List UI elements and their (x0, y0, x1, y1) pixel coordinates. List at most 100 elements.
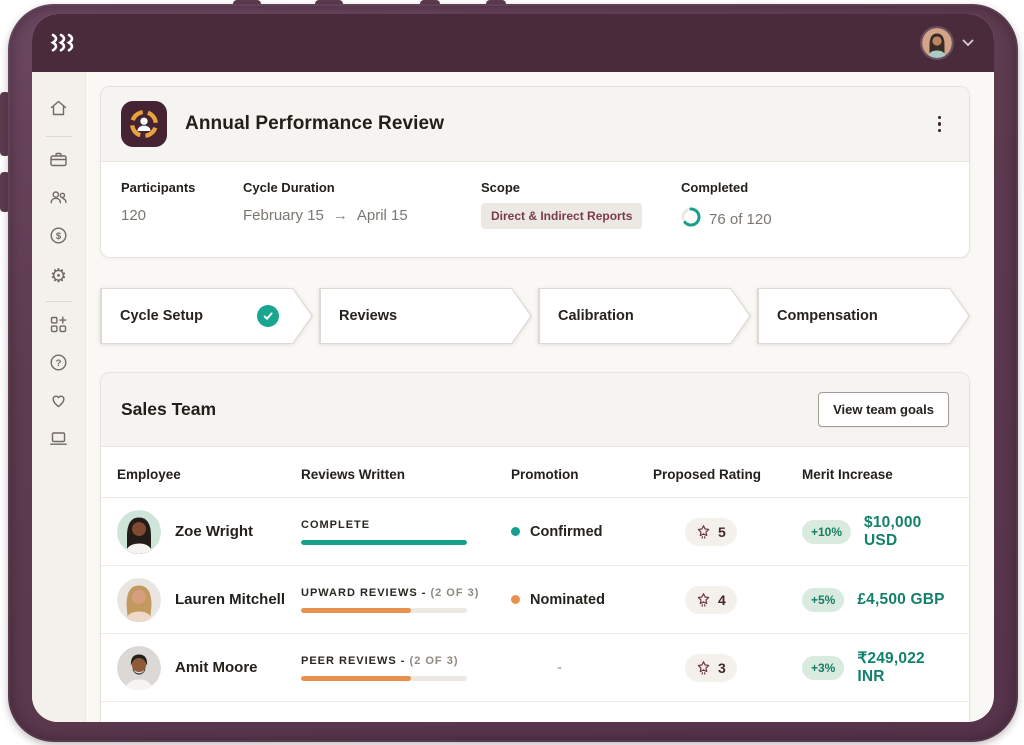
stat-participants: Participants 120 (121, 180, 243, 231)
review-progress-bar (301, 539, 467, 545)
review-progress-bar (301, 607, 467, 613)
promotion-status: Confirmed (530, 523, 603, 540)
promotion-cell: - (511, 659, 653, 676)
gear-icon: ⚙ (49, 264, 68, 287)
help-icon: ? (48, 352, 69, 378)
employee-cell: Lauren Mitchell (117, 577, 301, 622)
step-label: Reviews (339, 308, 398, 324)
table-header: Employee Reviews Written Promotion Propo… (101, 447, 969, 498)
review-status: UPWARD REVIEWS - (301, 586, 427, 599)
sidebar-item-company[interactable] (40, 143, 78, 181)
rating-cell: 4 (653, 585, 802, 614)
sidebar-item-people[interactable] (40, 181, 78, 219)
employee-cell: Amit Moore (117, 645, 301, 690)
briefcase-icon (48, 149, 69, 175)
table-row[interactable]: Amit Moore PEER REVIEWS - (2 OF 3) - 3 +… (101, 634, 969, 702)
sidebar-item-devices[interactable] (40, 422, 78, 460)
promotion-cell: Confirmed (511, 524, 653, 540)
employee-avatar (117, 645, 161, 690)
svg-text:$: $ (56, 231, 62, 242)
table-row[interactable]: Zoe Wright COMPLETE Confirmed 5 +10% $10… (101, 498, 969, 566)
chevron-down-icon[interactable] (962, 34, 974, 52)
sidebar-item-home[interactable] (40, 92, 78, 130)
merit-cell: +5% £4,500 GBP (802, 587, 953, 612)
reviews-cell: UPWARD REVIEWS - (2 OF 3) (301, 587, 511, 613)
review-progress-bar (301, 675, 467, 681)
merit-percent-badge: +10% (802, 519, 852, 544)
laptop-icon (48, 428, 69, 454)
star-icon (697, 592, 710, 607)
col-merit-increase: Merit Increase (802, 467, 893, 482)
heart-icon (48, 390, 69, 416)
rating-badge: 4 (685, 585, 737, 614)
merit-percent-badge: +5% (802, 587, 845, 612)
merit-percent-badge: +3% (802, 655, 845, 680)
merit-cell: +3% ₹249,022 INR (802, 649, 953, 686)
sidebar-item-benefits[interactable] (40, 384, 78, 422)
promotion-status: Nominated (530, 591, 605, 608)
participants-value: 120 (121, 207, 147, 224)
col-promotion: Promotion (511, 467, 579, 482)
step-label: Compensation (777, 308, 878, 324)
review-count: (2 OF 3) (430, 586, 480, 599)
cycle-start-date: February 15 (243, 207, 324, 224)
merit-amount: $10,000 USD (864, 513, 922, 549)
review-status: PEER REVIEWS - (301, 654, 406, 667)
app-screen: $ ⚙ ? Annual Performance Review Particip… (32, 14, 994, 722)
step-reviews[interactable]: Reviews (319, 288, 532, 344)
tablet-device-frame: $ ⚙ ? Annual Performance Review Particip… (8, 4, 1018, 742)
merit-amount: £4,500 GBP (857, 590, 945, 608)
col-reviews-written: Reviews Written (301, 467, 406, 482)
review-status: COMPLETE (301, 518, 371, 531)
col-proposed-rating: Proposed Rating (653, 467, 762, 482)
rippling-logo-icon[interactable] (50, 32, 78, 54)
review-header-card: Annual Performance Review Participants 1… (100, 86, 970, 258)
team-title: Sales Team (121, 399, 217, 419)
cycle-steps: Cycle Setup Reviews Calibration Compensa… (100, 288, 970, 344)
rating-value: 5 (718, 523, 726, 540)
rating-cell: 3 (653, 653, 802, 682)
step-compensation[interactable]: Compensation (757, 288, 970, 344)
star-icon (697, 660, 710, 675)
account-menu[interactable] (922, 28, 974, 58)
check-icon (257, 305, 279, 327)
merit-cell: +10% $10,000 USD (802, 514, 953, 550)
dollar-circle-icon: $ (48, 225, 69, 251)
employee-name: Zoe Wright (175, 523, 254, 540)
employee-cell: Zoe Wright (117, 509, 301, 554)
completed-ring (681, 207, 701, 231)
home-icon (48, 98, 69, 124)
performance-review-app-icon (121, 101, 167, 147)
topbar (32, 14, 994, 72)
svg-text:?: ? (56, 358, 62, 369)
sidebar-item-settings[interactable]: ⚙ (40, 257, 78, 295)
main-content: Annual Performance Review Participants 1… (86, 72, 994, 722)
sidebar-item-apps[interactable] (40, 308, 78, 346)
user-avatar[interactable] (922, 28, 952, 58)
stats-row: Participants 120 Cycle Duration February… (101, 162, 969, 257)
step-label: Cycle Setup (120, 308, 203, 324)
sidebar-item-help[interactable]: ? (40, 346, 78, 384)
stat-cycle-duration: Cycle Duration February 15 → April 15 (243, 180, 408, 224)
col-employee: Employee (117, 467, 181, 482)
step-cycle-setup[interactable]: Cycle Setup (100, 288, 313, 344)
stat-scope: Scope Direct & Indirect Reports (481, 180, 681, 231)
rating-value: 4 (718, 591, 726, 608)
step-label: Calibration (558, 308, 634, 324)
empty-value-dash: - (557, 659, 562, 676)
more-options-button[interactable] (930, 108, 950, 141)
status-dot (511, 527, 520, 536)
step-calibration[interactable]: Calibration (538, 288, 751, 344)
rating-badge: 3 (685, 653, 737, 682)
completed-count: 76 of 120 (709, 210, 772, 228)
table-row[interactable]: Lauren Mitchell UPWARD REVIEWS - (2 OF 3… (101, 566, 969, 634)
view-team-goals-button[interactable]: View team goals (818, 392, 949, 427)
rating-cell: 5 (653, 517, 802, 546)
page-title: Annual Performance Review (185, 113, 445, 134)
sidebar-item-payroll[interactable]: $ (40, 219, 78, 257)
employee-name: Lauren Mitchell (175, 591, 286, 608)
apps-grid-plus-icon (48, 314, 69, 340)
employee-avatar (117, 577, 161, 622)
sidebar-divider (45, 136, 72, 137)
reviews-cell: COMPLETE (301, 519, 511, 545)
